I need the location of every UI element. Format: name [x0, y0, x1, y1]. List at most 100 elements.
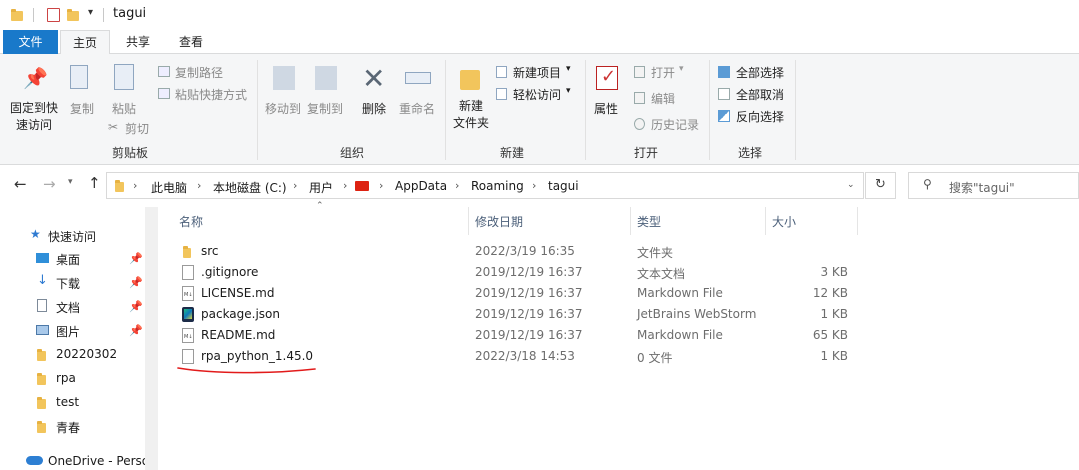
breadcrumb-this-pc[interactable]: 此电脑	[151, 179, 187, 196]
recent-locations-icon[interactable]: ▾	[68, 177, 73, 187]
nav-item-quick-access[interactable]: ★ 快速访问	[0, 224, 145, 248]
back-arrow-icon[interactable]: ←	[14, 175, 27, 193]
file-row-license[interactable]: LICENSE.md 2019/12/19 16:37 Markdown Fil…	[172, 283, 858, 304]
paste-shortcut-label: 粘贴快捷方式	[175, 88, 248, 102]
copy-icon	[70, 65, 88, 89]
chevron-right-icon[interactable]: ›	[293, 179, 297, 192]
file-date: 2022/3/18 14:53	[475, 349, 575, 363]
scissors-icon: ✂	[108, 120, 119, 134]
move-to-button[interactable]: 移动到	[263, 60, 303, 126]
sort-ascending-icon: ⌃	[316, 201, 324, 211]
edit-button[interactable]: 编辑	[634, 90, 694, 106]
paste-button[interactable]: 粘贴	[106, 60, 142, 120]
chevron-right-icon[interactable]: ›	[379, 179, 383, 192]
easy-access-button[interactable]: 轻松访问 ▾	[496, 86, 576, 102]
search-box[interactable]: ⚲ 搜索"tagui"	[908, 172, 1079, 199]
breadcrumb-local-disk[interactable]: 本地磁盘 (C:)	[213, 179, 287, 196]
nav-item-documents[interactable]: 文档 📌	[0, 295, 145, 319]
pin-icon: 📌	[129, 324, 143, 337]
copy-path-button[interactable]: 复制路径	[158, 64, 238, 80]
nav-item-label: 图片	[56, 325, 81, 339]
select-none-label: 全部取消	[736, 88, 785, 102]
open-button[interactable]: 打开 ▾	[634, 64, 694, 80]
divider	[257, 60, 258, 160]
nav-scrollbar[interactable]	[145, 207, 158, 470]
pin-icon: 📌	[23, 66, 48, 90]
new-folder-button[interactable]: 新建 文件夹	[450, 60, 492, 136]
nav-item-20220302[interactable]: 20220302	[0, 343, 145, 367]
nav-item-label: 20220302	[56, 347, 118, 361]
file-row-package-json[interactable]: package.json 2019/12/19 16:37 JetBrains …	[172, 304, 858, 325]
tab-view[interactable]: 查看	[166, 30, 216, 54]
file-name: README.md	[201, 328, 276, 342]
select-none-button[interactable]: 全部取消	[718, 86, 788, 102]
invert-selection-button[interactable]: 反向选择	[718, 108, 788, 124]
chevron-right-icon[interactable]: ›	[343, 179, 347, 192]
nav-item-desktop[interactable]: 桌面 📌	[0, 247, 145, 271]
breadcrumb-appdata[interactable]: AppData	[395, 179, 447, 193]
file-date: 2019/12/19 16:37	[475, 286, 583, 300]
copy-to-button[interactable]: 复制到	[305, 60, 345, 126]
address-bar[interactable]: › 此电脑 › 本地磁盘 (C:) › 用户 › › AppData › Roa…	[106, 172, 864, 199]
tab-home[interactable]: 主页	[60, 30, 110, 55]
file-row-readme[interactable]: README.md 2019/12/19 16:37 Markdown File…	[172, 325, 858, 346]
paste-icon	[114, 64, 134, 90]
properties-check-icon[interactable]	[47, 8, 60, 22]
file-row-gitignore[interactable]: .gitignore 2019/12/19 16:37 文本文档 3 KB	[172, 262, 858, 283]
chevron-right-icon[interactable]: ›	[455, 179, 459, 192]
chevron-right-icon[interactable]: ›	[133, 179, 137, 192]
window-title: tagui	[113, 6, 147, 21]
history-button[interactable]: 历史记录	[634, 116, 704, 132]
column-header-size[interactable]: 大小	[772, 213, 796, 230]
delete-button[interactable]: ✕ 删除	[358, 60, 394, 126]
organize-group-label: 组织	[340, 146, 365, 160]
select-all-button[interactable]: 全部选择	[718, 64, 788, 80]
breadcrumb-tagui[interactable]: tagui	[548, 179, 579, 193]
tab-share[interactable]: 共享	[114, 30, 162, 54]
nav-item-pictures[interactable]: 图片 📌	[0, 319, 145, 343]
copy-label: 复制	[70, 102, 95, 116]
webstorm-file-icon	[182, 307, 194, 322]
file-row-src[interactable]: src 2022/3/19 16:35 文件夹	[172, 241, 858, 262]
column-header-date[interactable]: 修改日期	[475, 213, 523, 230]
nav-item-rpa[interactable]: rpa	[0, 367, 145, 391]
rename-button[interactable]: 重命名	[398, 60, 442, 126]
cut-button[interactable]: ✂ 剪切	[108, 120, 158, 136]
new-folder-icon[interactable]	[67, 9, 79, 21]
column-header-type[interactable]: 类型	[637, 213, 661, 230]
customize-quick-access-icon[interactable]: ▾	[88, 7, 93, 18]
refresh-button[interactable]: ↻	[865, 172, 896, 199]
column-header-name[interactable]: 名称	[179, 213, 203, 230]
nav-item-test[interactable]: test	[0, 391, 145, 415]
breadcrumb-users[interactable]: 用户	[309, 179, 333, 196]
file-size: 12 KB	[812, 286, 848, 300]
folder-icon	[11, 9, 23, 21]
address-dropdown-icon[interactable]: ⌄	[847, 180, 855, 190]
folder-icon	[183, 246, 191, 258]
new-item-button[interactable]: 新建项目 ▾	[496, 64, 576, 80]
nav-item-label: 下载	[56, 277, 81, 291]
folder-icon	[115, 180, 124, 192]
forward-arrow-icon[interactable]: →	[43, 175, 56, 193]
properties-button[interactable]: ✓ 属性	[590, 60, 626, 136]
cloud-icon	[26, 456, 43, 465]
tab-file[interactable]: 文件	[3, 30, 58, 54]
folder-icon	[37, 397, 46, 409]
nav-item-downloads[interactable]: ↓ 下载 📌	[0, 271, 145, 295]
breadcrumb-roaming[interactable]: Roaming	[471, 179, 524, 193]
nav-item-label: rpa	[56, 371, 76, 385]
chevron-right-icon[interactable]: ›	[532, 179, 536, 192]
open-group-label: 打开	[634, 146, 659, 160]
divider	[857, 207, 858, 235]
copy-button[interactable]: 复制	[64, 60, 100, 120]
divider	[765, 207, 766, 235]
file-type: Markdown File	[637, 328, 723, 342]
chevron-right-icon[interactable]: ›	[197, 179, 201, 192]
nav-item-onedrive[interactable]: OneDrive - Perso	[0, 450, 145, 470]
pin-quick-access-button[interactable]: 📌 固定到快 速访问	[6, 60, 62, 136]
nav-item-qingchun[interactable]: 青春	[0, 415, 145, 439]
history-icon	[634, 118, 645, 130]
paste-shortcut-button[interactable]: 粘贴快捷方式	[158, 86, 258, 102]
up-arrow-icon[interactable]: ↑	[88, 174, 101, 192]
divider	[468, 207, 469, 235]
